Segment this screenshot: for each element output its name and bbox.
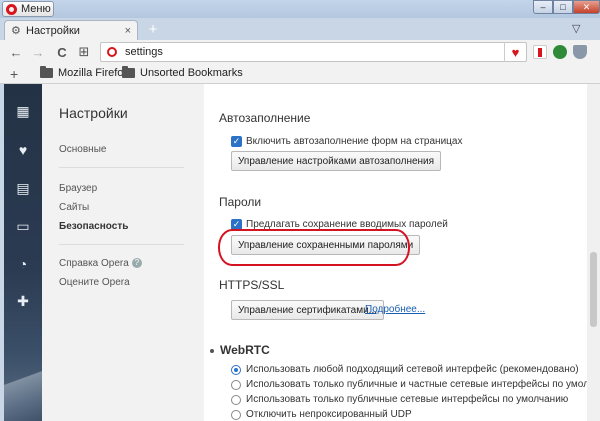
nav-help-label: Справка Opera bbox=[59, 258, 129, 269]
webrtc-option[interactable]: Использовать только публичные сетевые ин… bbox=[231, 394, 568, 405]
radio-unselected[interactable] bbox=[231, 409, 241, 420]
add-bookmark-button[interactable]: + bbox=[10, 66, 18, 82]
shield-extension-icon[interactable] bbox=[573, 45, 587, 59]
bullet-icon bbox=[210, 348, 214, 353]
bookmark-unsorted[interactable]: Unsorted Bookmarks bbox=[122, 66, 243, 79]
https-section-title: HTTPS/SSL bbox=[219, 278, 285, 292]
radio-selected[interactable] bbox=[231, 364, 241, 375]
address-field[interactable]: settings ♥ bbox=[100, 42, 527, 62]
maximize-button[interactable]: □ bbox=[553, 0, 573, 14]
menu-label: Меню bbox=[21, 3, 51, 15]
extensions-puzzle-icon[interactable]: ✚ bbox=[4, 291, 42, 311]
nav-item-rate[interactable]: Оцените Opera bbox=[59, 277, 130, 288]
webrtc-option[interactable]: Отключить непроксированный UDP bbox=[231, 409, 412, 420]
nav-divider bbox=[59, 244, 184, 245]
passwords-section-title: Пароли bbox=[219, 195, 262, 209]
autofill-checkbox[interactable]: ✓ bbox=[231, 136, 242, 147]
scrollbar-thumb[interactable] bbox=[590, 252, 597, 327]
forward-button[interactable]: → bbox=[30, 43, 46, 61]
speed-dial-icon[interactable]: ⊞ bbox=[76, 43, 92, 61]
window-titlebar: Меню – □ ✕ bbox=[0, 0, 600, 18]
radio-unselected[interactable] bbox=[231, 379, 241, 390]
content-scrollbar[interactable] bbox=[587, 84, 600, 421]
tab-close-icon[interactable]: × bbox=[125, 25, 131, 37]
nav-item-help[interactable]: Справка Opera? bbox=[59, 258, 142, 269]
bookmarks-bar: + Mozilla Firefox Unsorted Bookmarks bbox=[0, 64, 600, 84]
pin-shape bbox=[538, 48, 542, 57]
nav-item-browser[interactable]: Браузер bbox=[59, 183, 97, 194]
webrtc-option-label: Использовать только публичные и частные … bbox=[246, 379, 600, 390]
settings-content: Автозаполнение ✓ Включить автозаполнение… bbox=[204, 84, 600, 421]
reload-button[interactable]: C bbox=[54, 43, 70, 61]
folder-icon bbox=[40, 66, 53, 78]
history-clock-icon[interactable]: ◔ bbox=[4, 254, 42, 274]
tab-strip: ⚙ Настройки × + ▽ bbox=[0, 18, 600, 40]
globe-extension-icon[interactable] bbox=[553, 45, 567, 59]
webrtc-option-label: Отключить непроксированный UDP bbox=[246, 409, 412, 420]
autofill-checkbox-row[interactable]: ✓ Включить автозаполнение форм на страни… bbox=[231, 136, 462, 147]
wallpaper-mountain bbox=[4, 351, 42, 421]
settings-nav: Настройки Основные Браузер Сайты Безопас… bbox=[42, 84, 204, 421]
back-button[interactable]: ← bbox=[8, 43, 24, 61]
bookmark-heart-icon[interactable]: ♥ bbox=[504, 42, 526, 62]
sidebar-rail: ▦ ♥ ▤ ▭ ◔ ✚ bbox=[4, 84, 42, 421]
nav-item-basic[interactable]: Основные bbox=[59, 144, 106, 155]
news-icon[interactable]: ▤ bbox=[4, 178, 42, 198]
tab-menu-icon[interactable]: ▽ bbox=[572, 22, 580, 35]
learn-more-link[interactable]: Подробнее... bbox=[365, 304, 425, 315]
opera-page-icon bbox=[107, 47, 117, 57]
settings-title: Настройки bbox=[59, 105, 128, 121]
nav-item-sites[interactable]: Сайты bbox=[59, 202, 89, 213]
tab-label: Настройки bbox=[26, 24, 80, 37]
folder-icon bbox=[122, 66, 135, 78]
new-tab-button[interactable]: + bbox=[145, 20, 161, 38]
help-icon: ? bbox=[131, 258, 142, 269]
bookmark-label: Unsorted Bookmarks bbox=[140, 67, 243, 79]
opera-menu-button[interactable]: Меню bbox=[2, 1, 54, 17]
webrtc-section-title: WebRTC bbox=[210, 343, 270, 357]
gear-icon: ⚙ bbox=[11, 25, 21, 37]
autofill-checkbox-label: Включить автозаполнение форм на страница… bbox=[246, 136, 463, 147]
speed-dial-rail-icon[interactable]: ▦ bbox=[4, 101, 42, 121]
bookmark-label: Mozilla Firefox bbox=[58, 67, 129, 79]
webrtc-option[interactable]: Использовать только публичные и частные … bbox=[231, 379, 600, 390]
nav-item-security[interactable]: Безопасность bbox=[59, 221, 128, 232]
bookmarks-heart-icon[interactable]: ♥ bbox=[4, 140, 42, 160]
webrtc-title-text: WebRTC bbox=[220, 343, 270, 357]
red-highlight-ellipse bbox=[218, 229, 410, 266]
nav-divider bbox=[59, 167, 184, 168]
autofill-section-title: Автозаполнение bbox=[219, 111, 311, 125]
radio-unselected[interactable] bbox=[231, 394, 241, 405]
webrtc-option[interactable]: Использовать любой подходящий сетевой ин… bbox=[231, 364, 579, 375]
manage-certificates-button[interactable]: Управление сертификатами... bbox=[231, 300, 385, 320]
extension-pin-icon[interactable] bbox=[533, 45, 547, 59]
tabs-devices-icon[interactable]: ▭ bbox=[4, 216, 42, 236]
tab-settings[interactable]: ⚙ Настройки × bbox=[4, 20, 138, 40]
close-window-button[interactable]: ✕ bbox=[573, 0, 600, 14]
opera-logo-icon bbox=[6, 3, 17, 15]
minimize-button[interactable]: – bbox=[533, 0, 553, 14]
bookmark-mozilla-firefox[interactable]: Mozilla Firefox bbox=[40, 66, 129, 79]
webrtc-option-label: Использовать любой подходящий сетевой ин… bbox=[246, 364, 579, 375]
address-toolbar: ← → C ⊞ settings ♥ bbox=[0, 40, 600, 64]
url-text: settings bbox=[125, 46, 163, 58]
manage-autofill-button[interactable]: Управление настройками автозаполнения bbox=[231, 151, 442, 171]
webrtc-option-label: Использовать только публичные сетевые ин… bbox=[246, 394, 569, 405]
